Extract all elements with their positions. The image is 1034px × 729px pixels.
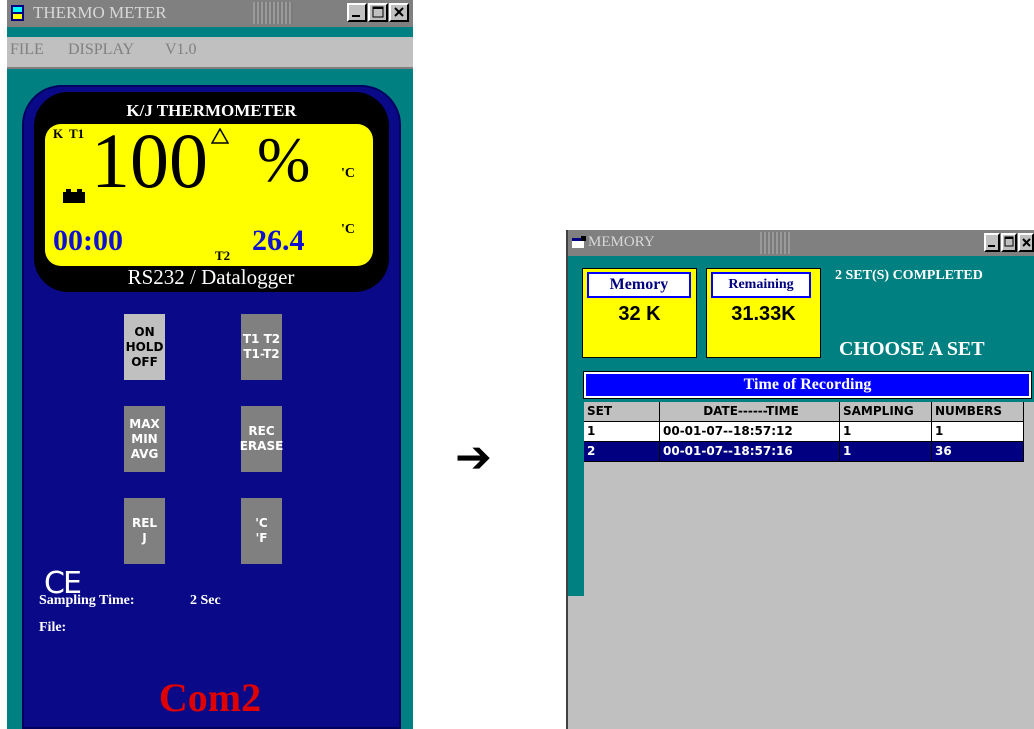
memory-close-button[interactable] (1018, 233, 1034, 252)
memory-value: 32 K (618, 303, 661, 325)
hold-button-line: HOLD (125, 339, 164, 354)
titlebar-texture (253, 2, 293, 24)
main-reading-unit: % (257, 124, 311, 195)
cell-sampling: 1 (840, 422, 932, 442)
device-model-title: K/J THERMOMETER (126, 101, 297, 120)
table-title-bar: Time of Recording (583, 371, 1032, 399)
cell-set: 2 (584, 442, 660, 462)
close-icon (394, 7, 404, 17)
memory-minimize-button[interactable] (984, 233, 1000, 252)
hold-button[interactable]: ON HOLD OFF (124, 314, 165, 380)
rec-erase-button[interactable]: REC ERASE (239, 406, 284, 472)
menu-file[interactable]: FILE (10, 41, 44, 59)
memory-window-title: MEMORY (588, 234, 655, 250)
unit-button-line: 'C (255, 516, 268, 530)
com-port-indicator: Com2 (158, 675, 262, 720)
max-min-avg-button[interactable]: MAX MIN AVG (124, 406, 165, 472)
memory-capacity-box: Memory 32 K (582, 268, 697, 358)
close-icon (1022, 238, 1031, 247)
close-button[interactable] (389, 3, 409, 22)
maximize-icon (372, 6, 384, 18)
remaining-label: Remaining (711, 272, 811, 298)
table-header-row: SET DATE------TIME SAMPLING NUMBERS (584, 402, 1034, 422)
delta-triangle-icon (211, 128, 229, 144)
cell-sampling: 1 (840, 442, 932, 462)
cell-numbers: 1 (932, 422, 1024, 442)
menu-display[interactable]: DISPLAY (68, 41, 134, 59)
maxmin-button-line: AVG (130, 446, 159, 461)
rec-button-line: ERASE (239, 439, 284, 453)
file-label: File: (39, 620, 67, 635)
channel-t2-indicator: T2 (215, 248, 231, 263)
column-header-set[interactable]: SET (584, 402, 660, 422)
right-arrow-icon: ➔ (455, 432, 492, 483)
channel-button-line: T1-T2 (243, 347, 280, 361)
table-row-selected[interactable]: 2 00-01-07--18:57:16 1 36 (584, 442, 1034, 462)
table-row[interactable]: 1 00-01-07--18:57:12 1 1 (584, 422, 1034, 442)
cell-numbers: 36 (932, 442, 1024, 462)
rec-button-line: REC (248, 424, 275, 438)
unit-button-line: 'F (255, 531, 268, 545)
maxmin-button-line: MAX (129, 416, 160, 431)
t2-reading: 26.4 (252, 224, 305, 257)
memory-titlebar[interactable]: MEMORY (568, 230, 1034, 256)
remaining-value: 31.33K (731, 303, 796, 325)
cell-set: 1 (584, 422, 660, 442)
window-title: THERMO METER (33, 3, 167, 22)
maximize-button[interactable] (368, 3, 388, 22)
memory-app-icon (572, 236, 586, 252)
menu-bar: FILE DISPLAY V1.0 (7, 37, 413, 69)
channel-button-line: T1 T2 (242, 332, 281, 346)
column-header-datetime[interactable]: DATE------TIME (660, 402, 840, 422)
lcd-display: K T1 100 % 'C 'C 00:00 T2 26.4 (45, 117, 373, 266)
maxmin-button-line: MIN (131, 431, 158, 446)
thermocouple-type: K (53, 126, 64, 141)
column-header-numbers[interactable]: NUMBERS (932, 402, 1024, 422)
device-subtitle: RS232 / Datalogger (127, 265, 295, 289)
unit-top: 'C (341, 166, 355, 181)
battery-icon (63, 189, 85, 203)
thermometer-app-icon (11, 5, 24, 21)
channel-t1-indicator: T1 (69, 126, 85, 141)
window-controls (346, 3, 409, 22)
sets-completed-status: 2 SET(S) COMPLETED (835, 268, 983, 283)
maximize-icon (1004, 236, 1014, 247)
memory-window-controls (983, 233, 1034, 252)
unit-bottom: 'C (341, 222, 355, 237)
elapsed-time: 00:00 (53, 224, 123, 257)
choose-set-prompt: CHOOSE A SET (839, 338, 985, 360)
memory-window: MEMORY Memory 32 K Remaining 31.33K 2 SE… (566, 230, 1034, 729)
minimize-button[interactable] (347, 3, 367, 22)
hold-button-line: ON (134, 324, 155, 339)
rel-button-line: J (142, 531, 147, 545)
titlebar-texture (760, 232, 790, 254)
main-reading: 100 (91, 117, 208, 204)
sampling-time-value: 2 Sec (190, 593, 221, 608)
cell-datetime: 00-01-07--18:57:16 (660, 442, 840, 462)
sampling-time-label: Sampling Time: (39, 593, 135, 608)
thermometer-titlebar[interactable]: THERMO METER (7, 0, 413, 27)
cell-datetime: 00-01-07--18:57:12 (660, 422, 840, 442)
menu-version[interactable]: V1.0 (165, 41, 197, 59)
rel-button-line: REL (131, 516, 158, 530)
memory-label: Memory (587, 272, 691, 298)
unit-toggle-button[interactable]: 'C 'F (241, 498, 282, 564)
channel-select-button[interactable]: T1 T2 T1-T2 (241, 314, 282, 380)
remaining-box: Remaining 31.33K (706, 268, 821, 358)
hold-button-line: OFF (131, 354, 158, 369)
rel-button[interactable]: REL J (124, 498, 165, 564)
column-header-sampling[interactable]: SAMPLING (840, 402, 932, 422)
minimize-icon (988, 245, 995, 247)
memory-maximize-button[interactable] (1001, 233, 1017, 252)
thermometer-window: THERMO METER FILE DISPLAY V1.0 K/J THERM… (7, 0, 413, 729)
minimize-icon (352, 15, 360, 17)
recording-sets-table: SET DATE------TIME SAMPLING NUMBERS 1 00… (584, 402, 1034, 727)
